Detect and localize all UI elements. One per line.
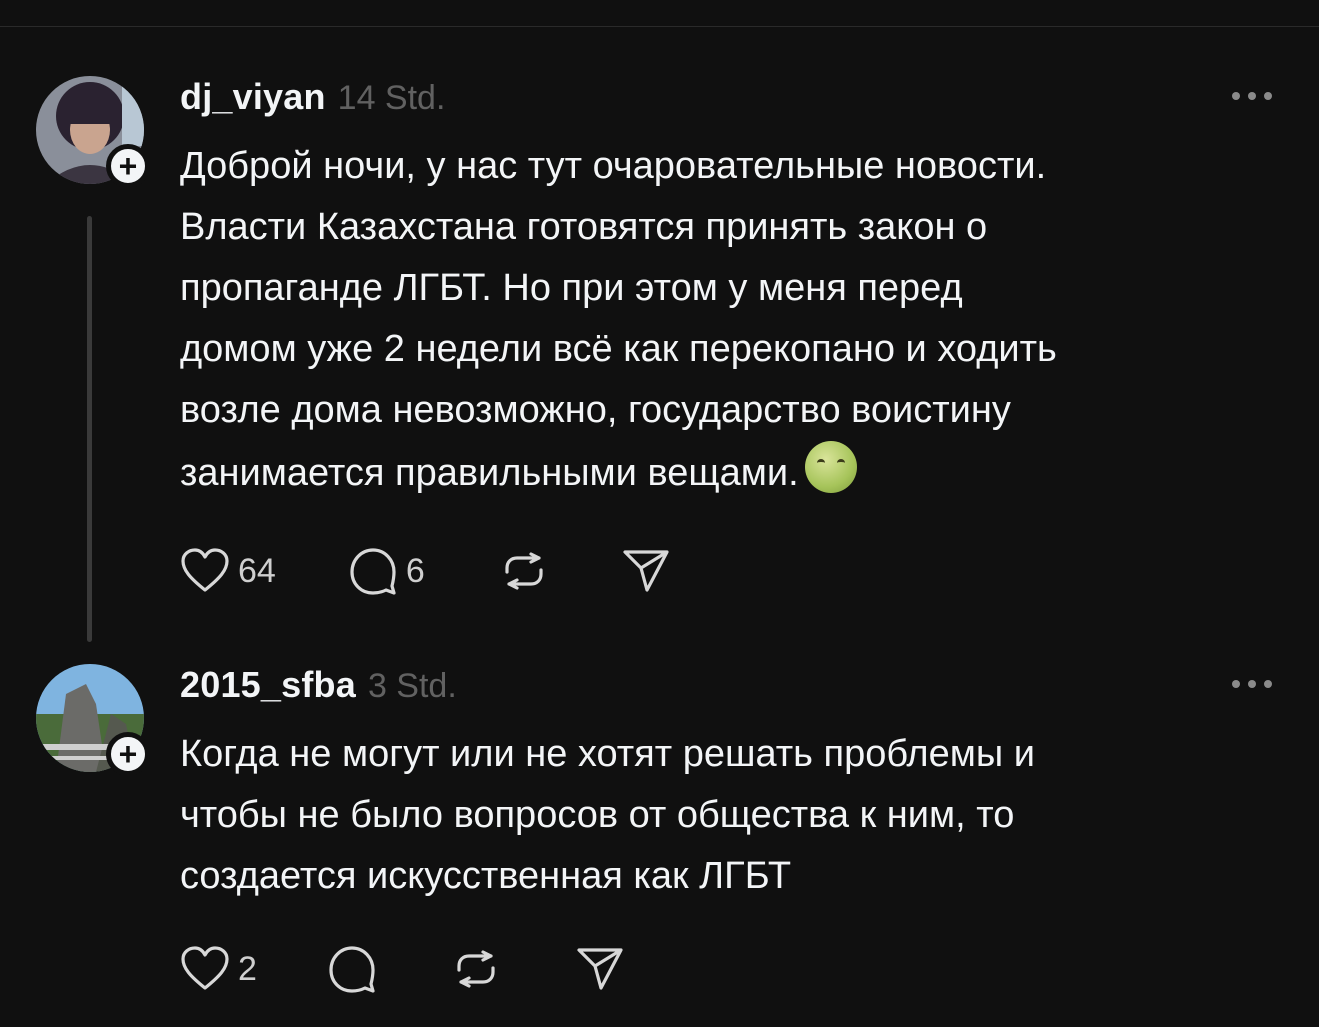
repost-icon bbox=[505, 552, 543, 590]
like-button[interactable]: 64 bbox=[180, 548, 276, 594]
post-text-content: Доброй ночи, у нас тут очаровательные но… bbox=[180, 145, 1057, 494]
repost-icon bbox=[457, 950, 495, 988]
post-2: + 2015_sfba 3 Std. Когда не могут или не… bbox=[0, 664, 1319, 1027]
like-count: 64 bbox=[238, 551, 276, 590]
heart-icon bbox=[181, 946, 229, 990]
follow-plus-icon[interactable]: + bbox=[106, 144, 150, 188]
thread-line bbox=[87, 216, 92, 642]
post-text: Доброй ночи, у нас тут очаровательные но… bbox=[180, 136, 1280, 504]
reply-button[interactable]: 6 bbox=[348, 546, 425, 596]
reply-count: 6 bbox=[405, 551, 425, 590]
post-text: Когда не могут или не хотят решать пробл… bbox=[180, 733, 1035, 897]
avatar-wrap: + bbox=[36, 664, 150, 776]
follow-plus-icon[interactable]: + bbox=[106, 732, 150, 776]
repost-button[interactable] bbox=[451, 944, 501, 994]
like-count: 2 bbox=[238, 949, 257, 988]
top-divider bbox=[0, 26, 1319, 27]
send-icon bbox=[623, 550, 669, 592]
post-1: + dj_viyan 14 Std. Доброй ночи, у нас ту… bbox=[0, 76, 1319, 646]
avatar-wrap: + bbox=[36, 76, 150, 188]
share-button[interactable] bbox=[621, 546, 671, 596]
post-header: dj_viyan 14 Std. bbox=[180, 76, 445, 126]
username[interactable]: 2015_sfba bbox=[180, 664, 356, 706]
send-icon bbox=[577, 948, 623, 990]
comment-icon bbox=[329, 946, 375, 993]
like-button[interactable]: 2 bbox=[180, 946, 257, 992]
more-icon[interactable] bbox=[1232, 674, 1272, 694]
nauseated-face-icon bbox=[804, 441, 857, 493]
share-button[interactable] bbox=[575, 944, 625, 994]
comment-icon bbox=[350, 548, 396, 595]
action-bar: 2 bbox=[180, 944, 625, 994]
repost-button[interactable] bbox=[499, 546, 549, 596]
timestamp: 3 Std. bbox=[367, 667, 457, 705]
reply-button[interactable] bbox=[327, 944, 377, 994]
more-icon[interactable] bbox=[1232, 86, 1272, 106]
timestamp: 14 Std. bbox=[337, 79, 446, 117]
username[interactable]: dj_viyan bbox=[180, 76, 326, 118]
action-bar: 64 6 bbox=[180, 546, 671, 596]
heart-icon bbox=[181, 548, 229, 592]
post-header: 2015_sfba 3 Std. bbox=[180, 664, 457, 714]
